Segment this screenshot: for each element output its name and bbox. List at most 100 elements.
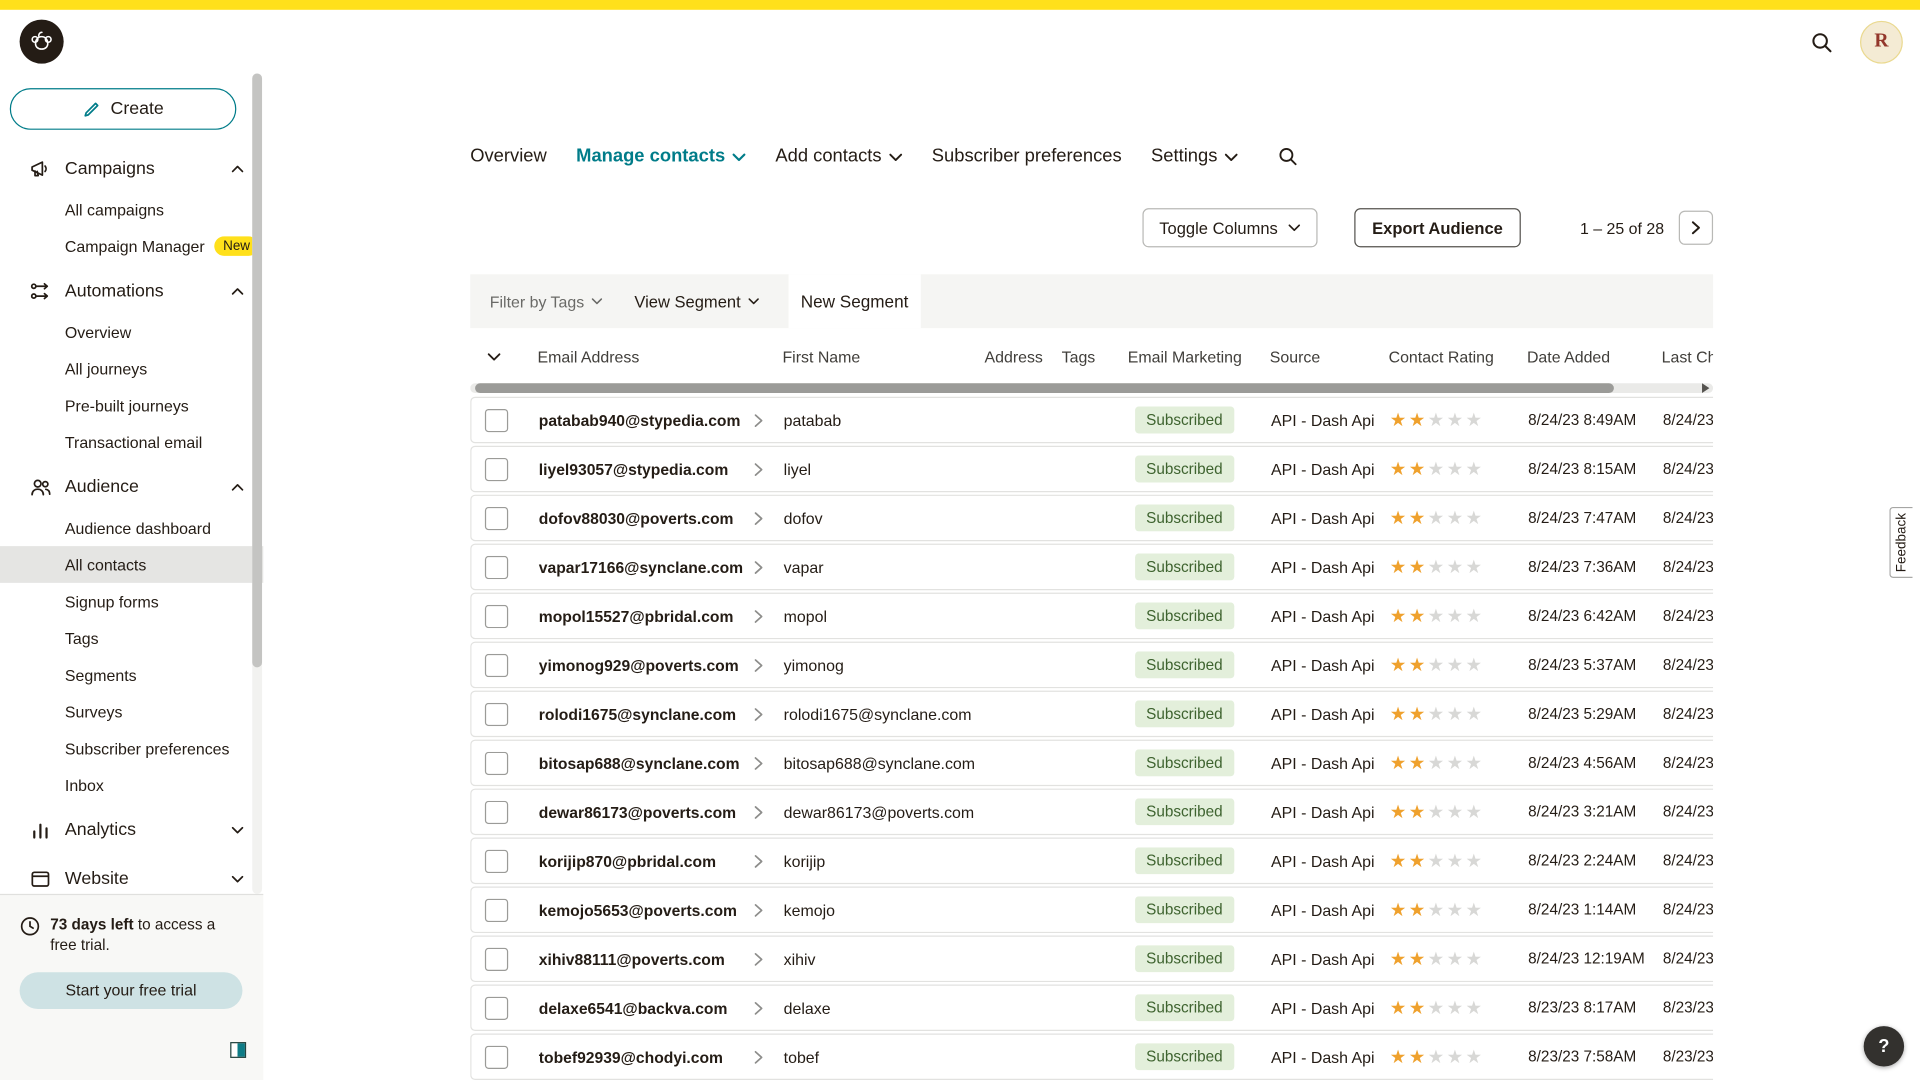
contact-email-link[interactable]: yimonog929@poverts.com — [539, 656, 739, 674]
table-row[interactable]: tobef92939@chodyi.com tobef Subscribed A… — [470, 1033, 1713, 1080]
column-header-source[interactable]: Source — [1264, 347, 1383, 365]
sidebar-item-segments[interactable]: Segments — [0, 656, 263, 693]
tab-subscriber-preferences[interactable]: Subscriber preferences — [932, 145, 1122, 166]
column-header-email-marketing[interactable]: Email Marketing — [1122, 347, 1264, 365]
sidebar-item-all-contacts[interactable]: All contacts — [0, 546, 263, 583]
sidebar-item-audience-dashboard[interactable]: Audience dashboard — [0, 509, 263, 546]
contact-email-link[interactable]: korijip870@pbridal.com — [539, 852, 716, 870]
contacts-search-button[interactable] — [1277, 145, 1298, 166]
contact-email-link[interactable]: dofov88030@poverts.com — [539, 509, 734, 527]
sidebar-scrollbar-thumb[interactable] — [252, 73, 262, 667]
sidebar-item-signup-forms[interactable]: Signup forms — [0, 583, 263, 620]
tab-manage-contacts[interactable]: Manage contacts — [576, 145, 746, 166]
email-cell: rolodi1675@synclane.com — [533, 705, 778, 723]
column-header-tags[interactable]: Tags — [1056, 347, 1122, 365]
sidebar-item-prebuilt-journeys[interactable]: Pre-built journeys — [0, 387, 263, 424]
row-checkbox[interactable] — [485, 898, 508, 921]
sidebar-item-all-journeys[interactable]: All journeys — [0, 350, 263, 387]
sidebar-item-automations-overview[interactable]: Overview — [0, 313, 263, 350]
column-header-address[interactable]: Address — [978, 347, 1055, 365]
table-row[interactable]: vapar17166@synclane.com vapar Subscribed… — [470, 544, 1713, 591]
table-row[interactable]: kemojo5653@poverts.com kemojo Subscribed… — [470, 887, 1713, 934]
contact-email-link[interactable]: mopol15527@pbridal.com — [539, 607, 734, 625]
row-checkbox[interactable] — [485, 849, 508, 872]
row-checkbox[interactable] — [485, 800, 508, 823]
row-checkbox[interactable] — [485, 457, 508, 480]
table-row[interactable]: korijip870@pbridal.com korijip Subscribe… — [470, 838, 1713, 885]
row-checkbox[interactable] — [485, 1045, 508, 1068]
row-checkbox[interactable] — [485, 947, 508, 970]
table-row[interactable]: patabab940@stypedia.com patabab Subscrib… — [470, 397, 1713, 444]
contact-email-link[interactable]: kemojo5653@poverts.com — [539, 901, 737, 919]
header-search-button[interactable] — [1805, 25, 1838, 58]
create-button[interactable]: Create — [10, 88, 237, 130]
sidebar-item-subscriber-preferences[interactable]: Subscriber preferences — [0, 730, 263, 767]
row-checkbox[interactable] — [485, 604, 508, 627]
table-row[interactable]: rolodi1675@synclane.com rolodi1675@syncl… — [470, 691, 1713, 738]
next-page-button[interactable] — [1679, 211, 1713, 245]
new-segment-button[interactable]: New Segment — [788, 274, 920, 328]
horizontal-scrollbar-thumb[interactable] — [475, 383, 1614, 393]
contact-email-link[interactable]: xihiv88111@poverts.com — [539, 950, 725, 968]
app-header: R — [0, 10, 1920, 74]
toggle-columns-button[interactable]: Toggle Columns — [1142, 208, 1317, 247]
table-row[interactable]: mopol15527@pbridal.com mopol Subscribed … — [470, 593, 1713, 640]
tab-add-contacts[interactable]: Add contacts — [775, 145, 902, 166]
mailchimp-logo[interactable] — [20, 20, 64, 64]
contact-email-link[interactable]: tobef92939@chodyi.com — [539, 1048, 723, 1066]
sidebar-item-transactional-email[interactable]: Transactional email — [0, 424, 263, 461]
filter-by-tags-dropdown[interactable]: Filter by Tags — [470, 274, 617, 328]
contact-email-link[interactable]: rolodi1675@synclane.com — [539, 705, 736, 723]
table-row[interactable]: dewar86173@poverts.com dewar86173@povert… — [470, 789, 1713, 836]
column-header-date-added[interactable]: Date Added — [1521, 347, 1656, 365]
sidebar-item-tags[interactable]: Tags — [0, 620, 263, 657]
table-row[interactable]: xihiv88111@poverts.com xihiv Subscribed … — [470, 936, 1713, 983]
export-audience-button[interactable]: Export Audience — [1354, 208, 1521, 247]
contact-email-link[interactable]: patabab940@stypedia.com — [539, 411, 741, 429]
table-row[interactable]: yimonog929@poverts.com yimonog Subscribe… — [470, 642, 1713, 689]
row-checkbox[interactable] — [485, 653, 508, 676]
table-row[interactable]: dofov88030@poverts.com dofov Subscribed … — [470, 495, 1713, 542]
contact-email-link[interactable]: dewar86173@poverts.com — [539, 803, 736, 821]
tab-overview[interactable]: Overview — [470, 145, 547, 166]
table-row[interactable]: liyel93057@stypedia.com liyel Subscribed… — [470, 446, 1713, 493]
scroll-right-arrow-icon[interactable] — [1702, 383, 1709, 393]
column-header-last-changed[interactable]: Last Changed — [1656, 347, 1714, 365]
column-header-email[interactable]: Email Address — [531, 347, 776, 365]
table-row[interactable]: bitosap688@synclane.com bitosap688@syncl… — [470, 740, 1713, 787]
contact-email-link[interactable]: delaxe6541@backva.com — [539, 999, 728, 1017]
collapse-sidebar-icon[interactable] — [230, 1042, 246, 1058]
sidebar-section-automations[interactable]: Automations — [0, 269, 263, 313]
contact-email-link[interactable]: bitosap688@synclane.com — [539, 754, 740, 772]
help-button[interactable]: ? — [1864, 1026, 1904, 1066]
row-checkbox[interactable] — [485, 555, 508, 578]
column-header-first-name[interactable]: First Name — [776, 347, 978, 365]
feedback-tab[interactable]: Feedback — [1889, 507, 1912, 578]
row-checkbox[interactable] — [485, 408, 508, 431]
row-checkbox[interactable] — [485, 996, 508, 1019]
sidebar-section-analytics[interactable]: Analytics — [0, 808, 263, 852]
sidebar-scrollbar — [252, 73, 262, 893]
row-checkbox[interactable] — [485, 506, 508, 529]
contact-email-link[interactable]: liyel93057@stypedia.com — [539, 460, 728, 478]
bar-chart-icon — [29, 819, 53, 841]
sidebar-item-all-campaigns[interactable]: All campaigns — [0, 191, 263, 228]
view-segment-dropdown[interactable]: View Segment — [617, 274, 774, 328]
sidebar-section-campaigns[interactable]: Campaigns — [0, 147, 263, 191]
sidebar-item-inbox[interactable]: Inbox — [0, 767, 263, 804]
chevron-right-icon — [754, 756, 763, 769]
sidebar-item-campaign-manager[interactable]: Campaign Manager New — [0, 228, 263, 265]
bulk-select-dropdown[interactable] — [470, 352, 531, 361]
email-marketing-cell: Subscribed — [1123, 945, 1265, 972]
contact-email-link[interactable]: vapar17166@synclane.com — [539, 558, 743, 576]
row-checkbox[interactable] — [485, 702, 508, 725]
start-free-trial-button[interactable]: Start your free trial — [20, 972, 243, 1009]
tab-settings[interactable]: Settings — [1151, 145, 1238, 166]
star-filled-icon: ★ — [1409, 410, 1428, 431]
account-avatar[interactable]: R — [1860, 20, 1903, 63]
sidebar-item-surveys[interactable]: Surveys — [0, 693, 263, 730]
column-header-contact-rating[interactable]: Contact Rating — [1382, 347, 1520, 365]
sidebar-section-audience[interactable]: Audience — [0, 465, 263, 509]
table-row[interactable]: delaxe6541@backva.com delaxe Subscribed … — [470, 984, 1713, 1031]
row-checkbox[interactable] — [485, 751, 508, 774]
